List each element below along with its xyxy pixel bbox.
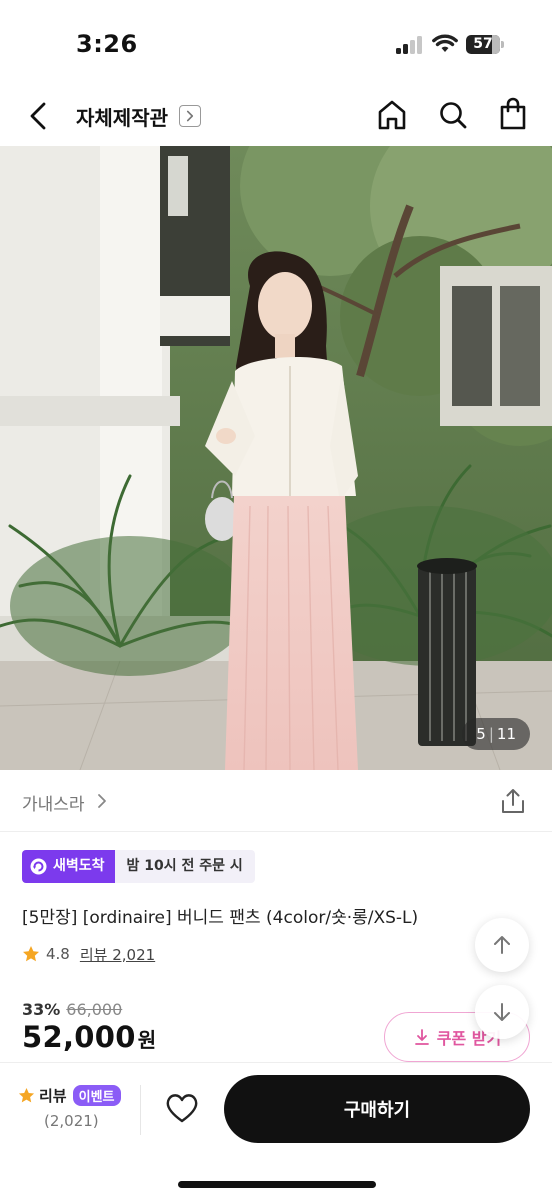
brand-row: 가내스라	[0, 770, 552, 832]
discount-row: 33% 66,000	[22, 1000, 122, 1019]
rating-row: 4.8 리뷰 2,021	[22, 943, 155, 965]
top-nav-bar: 자체제작관	[0, 90, 552, 146]
discount-rate: 33%	[22, 1000, 61, 1019]
review-summary-button[interactable]: 리뷰 이벤트 (2,021)	[18, 1085, 130, 1137]
share-icon[interactable]	[500, 787, 526, 815]
product-photo[interactable]: 5 | 11	[0, 146, 552, 770]
photo-total-count: 11	[496, 725, 516, 743]
product-photo-illustration	[0, 146, 552, 770]
review-label: 리뷰	[39, 1087, 67, 1105]
dawn-delivery-icon	[30, 858, 47, 875]
home-indicator	[178, 1181, 376, 1188]
price-row: 52,000 원	[22, 1020, 156, 1054]
status-bar: 3:26 57	[0, 0, 552, 90]
scroll-bottom-button[interactable]	[475, 985, 529, 1039]
chevron-right-icon[interactable]	[179, 105, 201, 127]
photo-counter-separator: |	[488, 725, 494, 743]
divider	[140, 1085, 141, 1135]
rating-score: 4.8	[46, 945, 70, 963]
store-title[interactable]: 자체제작관	[76, 102, 168, 131]
search-icon[interactable]	[437, 98, 469, 132]
arrow-down-icon	[494, 1003, 510, 1021]
photo-current-index: 5	[476, 725, 486, 743]
brand-name-link[interactable]: 가내스라	[22, 790, 85, 815]
dawn-delivery-label: 새벽도착	[53, 858, 105, 874]
review-count-link[interactable]: 리뷰 2,021	[80, 944, 155, 965]
chevron-right-icon[interactable]	[95, 792, 109, 810]
heart-icon[interactable]	[164, 1091, 200, 1125]
currency-unit: 원	[137, 1028, 157, 1052]
cellular-signal-icon	[396, 36, 424, 54]
battery-icon: 57	[466, 35, 504, 54]
back-icon[interactable]	[22, 98, 56, 134]
home-icon[interactable]	[376, 98, 408, 132]
original-price: 66,000	[66, 1000, 123, 1019]
shopping-bag-icon[interactable]	[496, 96, 530, 132]
buy-button[interactable]: 구매하기	[224, 1075, 530, 1143]
arrow-up-icon	[494, 936, 510, 954]
dawn-delivery-banner: 새벽도착 밤 10시 전 주문 시	[22, 850, 255, 883]
sale-price: 52,000	[22, 1020, 136, 1054]
delivery-cutoff-text: 밤 10시 전 주문 시	[114, 850, 255, 883]
product-title: [5만장] [ordinaire] 버니드 팬츠 (4color/숏·롱/XS-…	[22, 908, 419, 928]
battery-level: 57	[473, 36, 493, 52]
status-time: 3:26	[76, 30, 138, 58]
review-count: (2,021)	[44, 1112, 99, 1130]
dawn-delivery-badge: 새벽도착	[22, 850, 115, 883]
wifi-icon	[432, 34, 458, 52]
event-badge: 이벤트	[72, 1085, 121, 1106]
download-icon	[414, 1029, 429, 1045]
star-icon	[18, 1087, 35, 1103]
star-icon	[23, 946, 39, 962]
scroll-top-button[interactable]	[475, 918, 529, 972]
bottom-action-bar: 리뷰 이벤트 (2,021) 구매하기	[0, 1062, 552, 1200]
photo-counter: 5 | 11	[462, 718, 530, 750]
